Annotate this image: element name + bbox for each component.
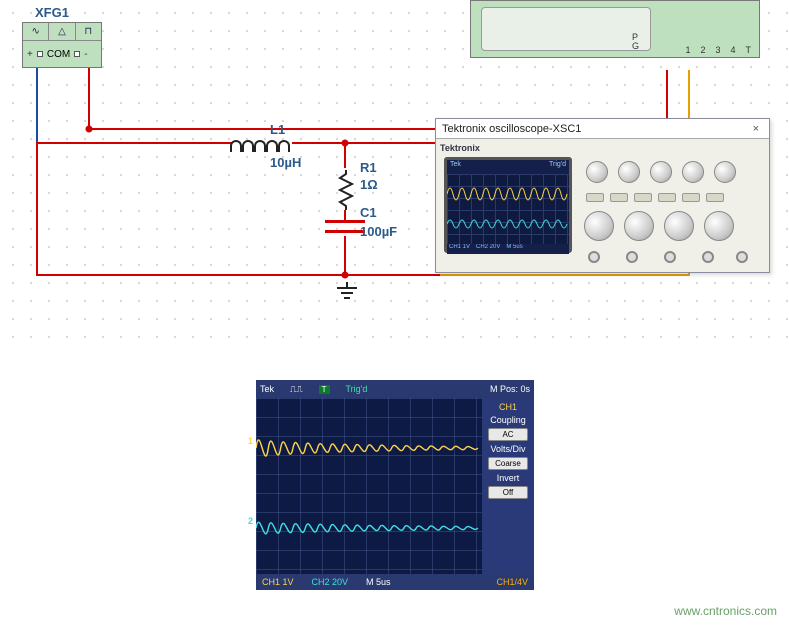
ch2-trace bbox=[256, 522, 478, 534]
junction bbox=[342, 272, 349, 279]
scope-bnc-port[interactable] bbox=[664, 251, 676, 263]
bot-ch1: CH1 1V bbox=[262, 577, 294, 587]
xfg-terminal-plus[interactable] bbox=[37, 51, 43, 57]
trig-status: T bbox=[319, 385, 330, 394]
xfg-terminal-minus[interactable] bbox=[74, 51, 80, 57]
scope-knob[interactable] bbox=[664, 211, 694, 241]
tek-label: Tek bbox=[260, 384, 274, 394]
ch1-trace bbox=[256, 440, 478, 456]
sine-icon[interactable]: ∿ bbox=[23, 23, 49, 40]
side-ch-header: CH1 bbox=[499, 402, 517, 412]
wire bbox=[344, 236, 346, 276]
schematic-canvas: XFG1 ∿ △ ⊓ + COM - P G 1 2 3 4 T bbox=[0, 0, 789, 350]
scope-bnc-port[interactable] bbox=[626, 251, 638, 263]
scope-button[interactable] bbox=[682, 193, 700, 202]
voltsdiv-button[interactable]: Coarse bbox=[488, 457, 528, 470]
function-generator[interactable]: ∿ △ ⊓ + COM - bbox=[22, 22, 102, 68]
scope-button[interactable] bbox=[658, 193, 676, 202]
mpos-label: M Pos: 0s bbox=[490, 384, 530, 394]
wire bbox=[440, 274, 690, 276]
xfg-minus: - bbox=[84, 49, 87, 60]
scope-screen: TekTrig'd CH1 1V CH2 20V M 5us bbox=[444, 157, 572, 253]
wire bbox=[36, 274, 442, 276]
ground-symbol bbox=[335, 282, 359, 302]
bot-trigger: CH1/4V bbox=[496, 577, 528, 587]
bot-ch2: CH2 20V bbox=[312, 577, 349, 587]
xfg-ref: XFG1 bbox=[35, 5, 69, 20]
inductor-value: 10µH bbox=[270, 155, 301, 170]
ch1-marker: 1 bbox=[248, 436, 253, 446]
inductor-ref: L1 bbox=[270, 122, 285, 137]
scope-side-menu: CH1 Coupling AC Volts/Div Coarse Invert … bbox=[482, 398, 534, 574]
resistor-value: 1Ω bbox=[360, 177, 378, 192]
junction bbox=[86, 126, 93, 133]
trig-label: Trig'd bbox=[346, 384, 368, 394]
scope-button[interactable] bbox=[634, 193, 652, 202]
capacitor-ref: C1 bbox=[360, 205, 377, 220]
scope-knob[interactable] bbox=[586, 161, 608, 183]
scope-bnc-port[interactable] bbox=[702, 251, 714, 263]
wire bbox=[292, 142, 438, 144]
coupling-label: Coupling bbox=[490, 415, 526, 425]
scope-knob[interactable] bbox=[704, 211, 734, 241]
bot-timebase: M 5us bbox=[366, 577, 391, 587]
scope-knob[interactable] bbox=[584, 211, 614, 241]
triangle-icon[interactable]: △ bbox=[49, 23, 75, 40]
square-icon[interactable]: ⊓ bbox=[76, 23, 101, 40]
wire bbox=[88, 68, 90, 130]
scope-button[interactable] bbox=[706, 193, 724, 202]
scope-bnc-port[interactable] bbox=[736, 251, 748, 263]
xfg-plus: + bbox=[27, 49, 33, 60]
invert-label: Invert bbox=[497, 473, 520, 483]
ch2-marker: 2 bbox=[248, 516, 253, 526]
close-icon[interactable]: × bbox=[749, 123, 763, 135]
scope-button[interactable] bbox=[586, 193, 604, 202]
wire bbox=[36, 142, 232, 144]
oscilloscope-window[interactable]: Tektronix oscilloscope-XSC1 × Tektronix … bbox=[435, 118, 770, 273]
scope-window-title: Tektronix oscilloscope-XSC1 bbox=[442, 123, 581, 135]
resistor-ref: R1 bbox=[360, 160, 377, 175]
scope-top-screen bbox=[481, 7, 651, 51]
coupling-button[interactable]: AC bbox=[488, 428, 528, 441]
inductor-l1[interactable] bbox=[230, 140, 290, 154]
capacitor-value: 100µF bbox=[360, 224, 397, 239]
invert-button[interactable]: Off bbox=[488, 486, 528, 499]
xfg-com-label: COM bbox=[47, 49, 70, 60]
wire bbox=[36, 68, 38, 144]
scope-bnc-port[interactable] bbox=[588, 251, 600, 263]
wire bbox=[36, 144, 38, 276]
scope-knob[interactable] bbox=[650, 161, 672, 183]
scope-knob[interactable] bbox=[618, 161, 640, 183]
voltsdiv-label: Volts/Div bbox=[490, 444, 525, 454]
scope-knob[interactable] bbox=[624, 211, 654, 241]
scope-pg-labels: P G bbox=[632, 33, 639, 51]
waveform-area: 1 2 bbox=[256, 398, 482, 574]
oscilloscope-detail: Tek ⎍⎍ T Trig'd M Pos: 0s 1 2 CH1 Coupli… bbox=[256, 380, 534, 590]
scope-instrument-top[interactable]: P G 1 2 3 4 T bbox=[470, 0, 760, 58]
scope-brand: Tektronix bbox=[440, 143, 765, 153]
resistor-r1[interactable] bbox=[338, 170, 354, 210]
watermark: www.cntronics.com bbox=[674, 604, 777, 618]
scope-knob[interactable] bbox=[714, 161, 736, 183]
scope-button[interactable] bbox=[610, 193, 628, 202]
scope-knob[interactable] bbox=[682, 161, 704, 183]
scope-top-ports: 1 2 3 4 T bbox=[685, 45, 751, 55]
junction bbox=[342, 140, 349, 147]
